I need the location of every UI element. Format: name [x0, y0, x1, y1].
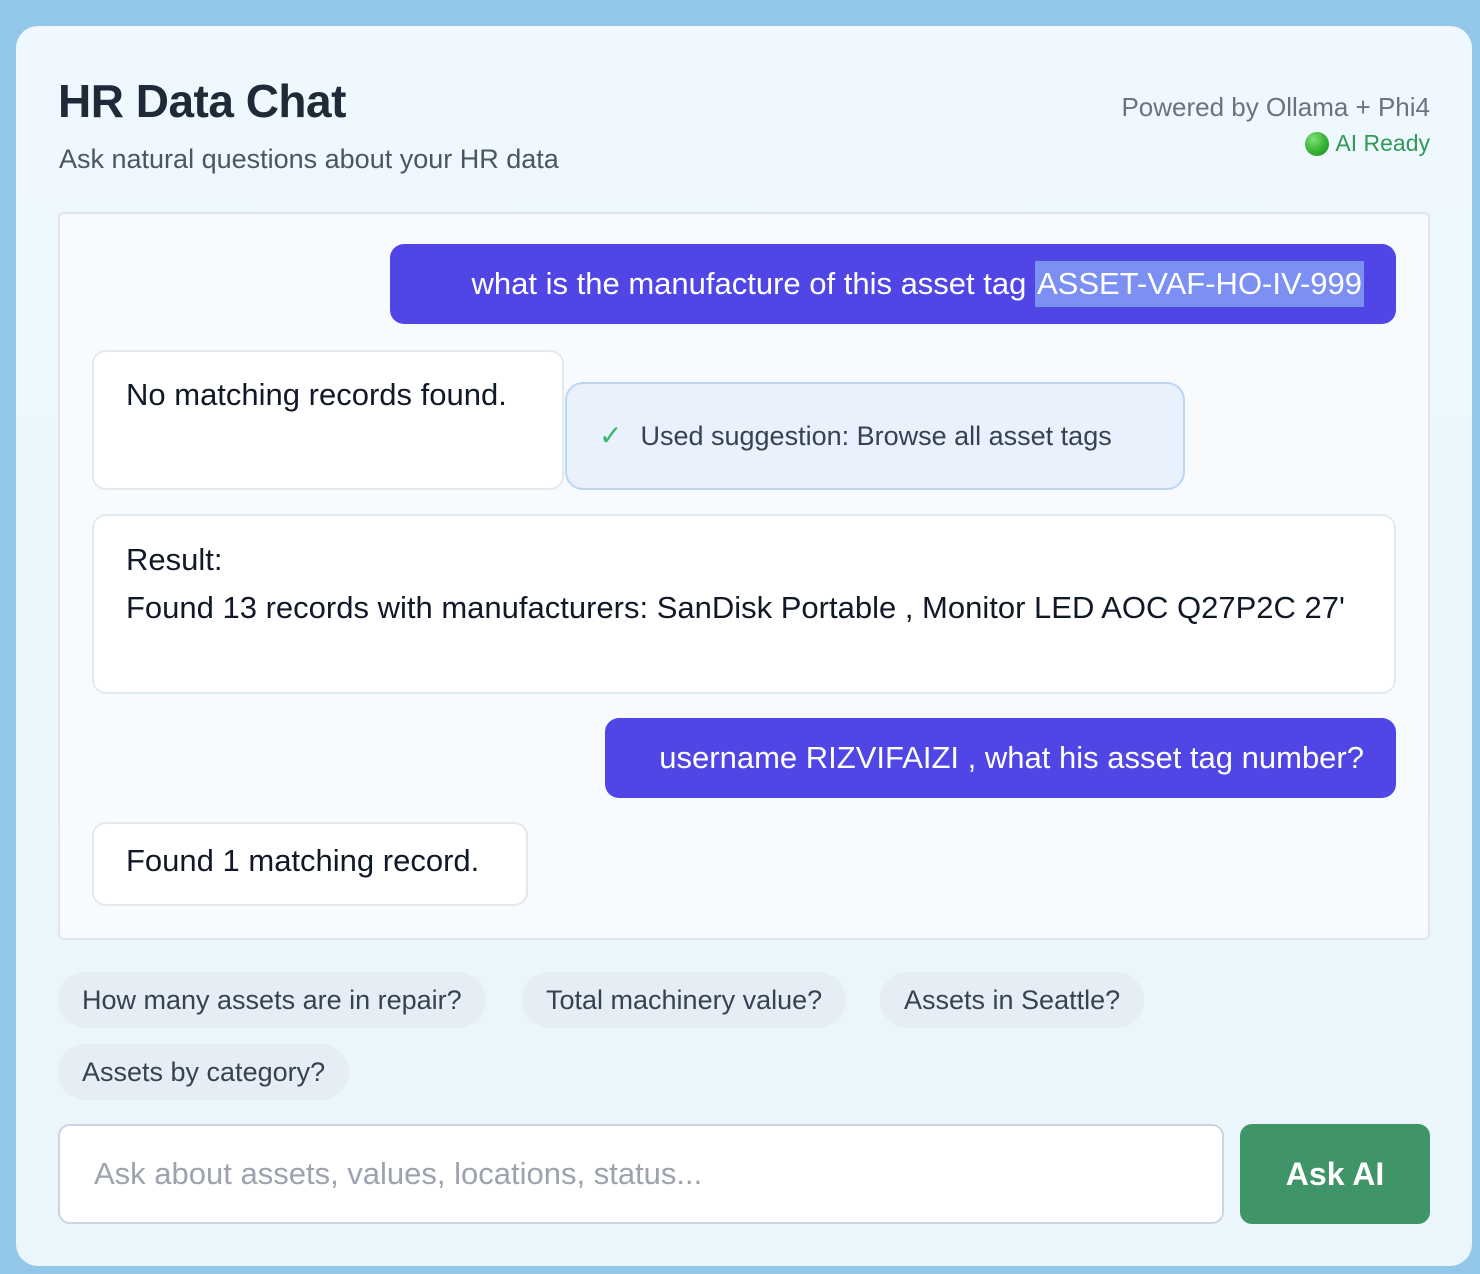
ai-status-indicator: AI Ready	[1305, 130, 1430, 157]
result-heading: Result:	[126, 542, 223, 577]
user-message-text: what is the manufacture of this asset ta…	[471, 265, 1035, 301]
suggestion-chip[interactable]: Assets by category?	[58, 1044, 350, 1100]
user-message-text: username RIZVIFAIZI , what his asset tag…	[659, 739, 1364, 775]
chat-messages-panel[interactable]: what is the manufacture of this asset ta…	[58, 212, 1430, 940]
ask-ai-button[interactable]: Ask AI	[1240, 1124, 1430, 1224]
check-icon: ✓	[599, 420, 623, 451]
green-circle-icon	[1305, 131, 1330, 156]
powered-by-label: Powered by Ollama + Phi4	[1121, 92, 1430, 122]
used-suggestion-badge: ✓ Used suggestion: Browse all asset tags	[565, 382, 1185, 490]
user-message: username RIZVIFAIZI , what his asset tag…	[605, 718, 1396, 798]
suggestion-chip[interactable]: Total machinery value?	[522, 972, 847, 1028]
used-suggestion-text: Used suggestion: Browse all asset tags	[640, 420, 1112, 451]
chat-card: HR Data Chat Ask natural questions about…	[16, 26, 1472, 1266]
suggestion-chip[interactable]: Assets in Seattle?	[880, 972, 1145, 1028]
ai-message-text: Found 1 matching record.	[126, 843, 480, 878]
ai-result-message: Result: Found 13 records with manufactur…	[92, 514, 1396, 694]
page-subtitle: Ask natural questions about your HR data	[59, 144, 559, 174]
header: HR Data Chat Ask natural questions about…	[58, 74, 1430, 184]
ai-message-text: No matching records found.	[126, 377, 507, 412]
selected-text-highlight: ASSET-VAF-HO-IV-999	[1034, 260, 1364, 308]
suggestion-chip[interactable]: How many assets are in repair?	[58, 972, 486, 1028]
page-title: HR Data Chat	[58, 75, 346, 127]
ai-message: Found 1 matching record.	[92, 822, 528, 906]
result-text: Found 13 records with manufacturers: San…	[126, 590, 1345, 626]
ai-message: No matching records found.	[92, 350, 564, 490]
question-input[interactable]	[58, 1124, 1224, 1224]
user-message: what is the manufacture of this asset ta…	[390, 244, 1396, 324]
ai-status-text: AI Ready	[1335, 130, 1430, 156]
